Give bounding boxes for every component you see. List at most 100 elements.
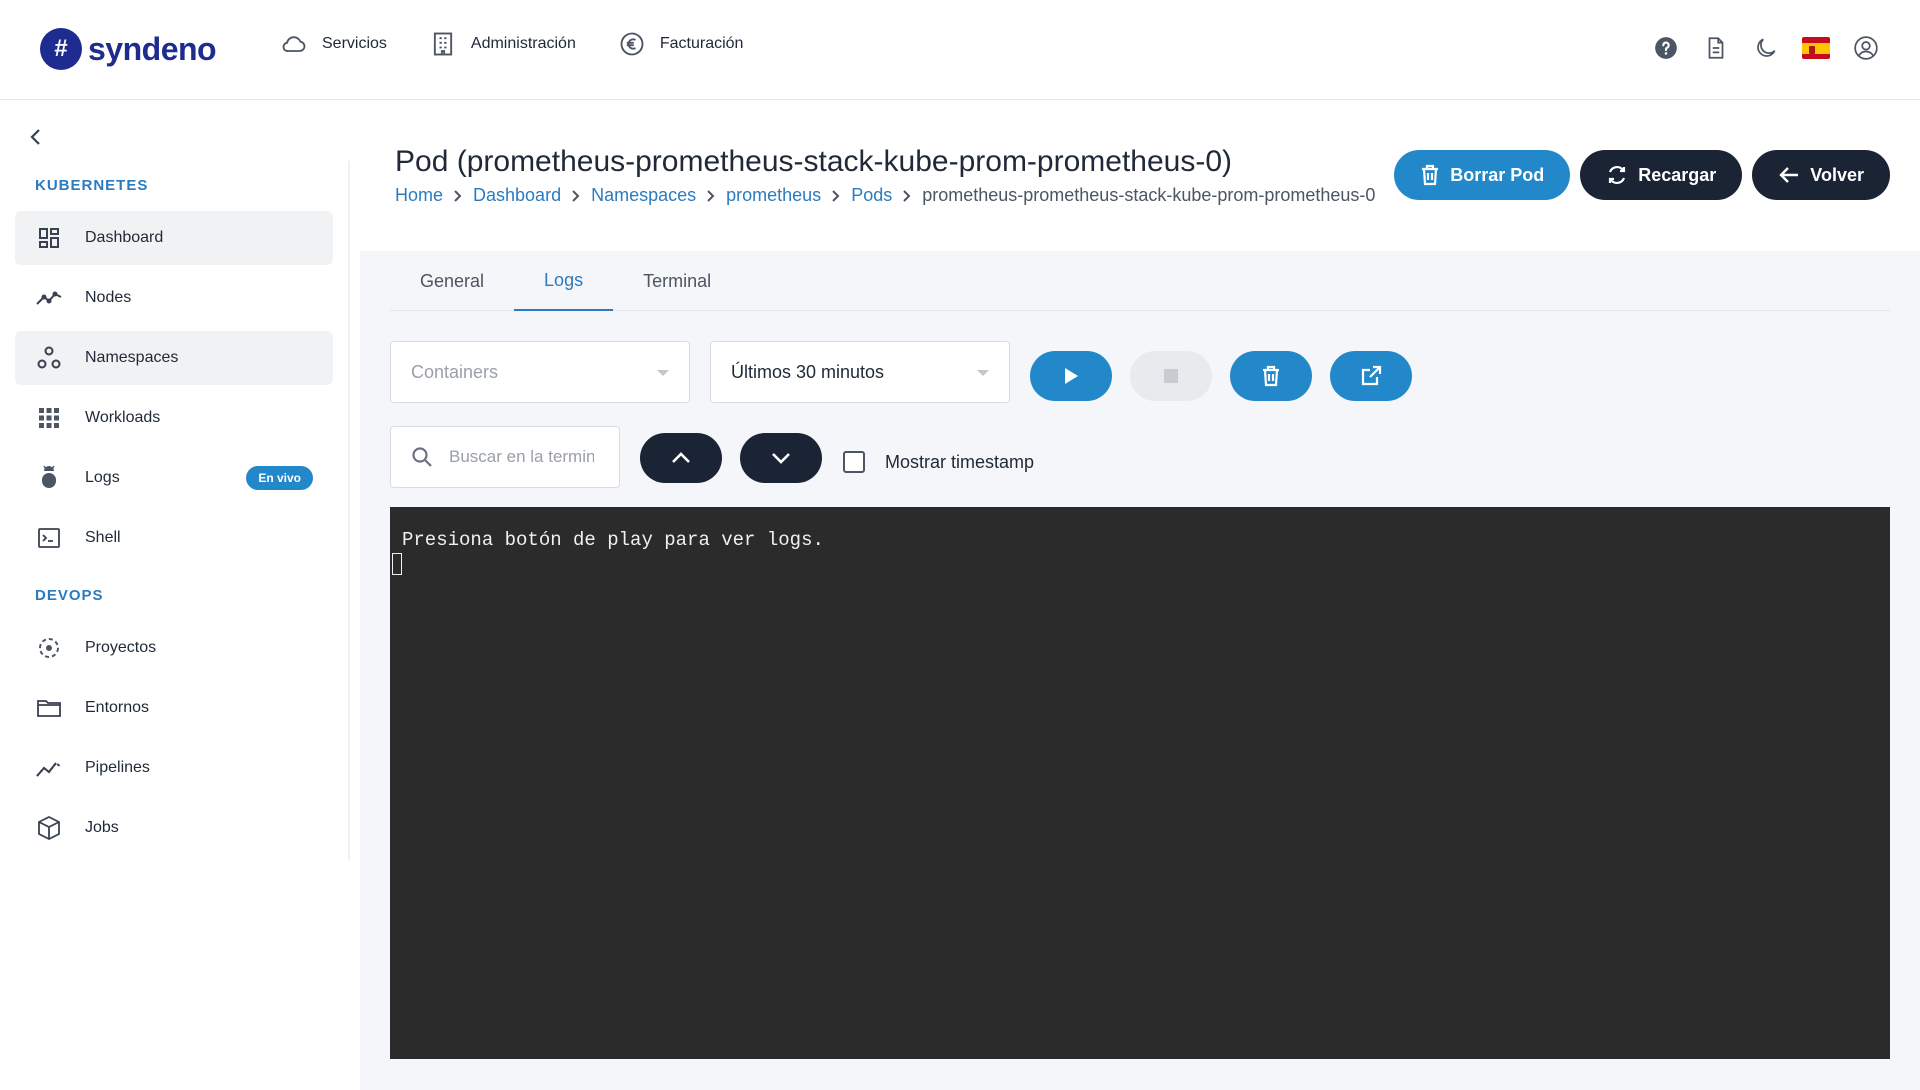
logo-mark: # bbox=[40, 28, 82, 70]
sidebar-item-shell[interactable]: Shell bbox=[15, 511, 333, 565]
reload-button[interactable]: Recargar bbox=[1580, 150, 1743, 200]
chevron-right-icon bbox=[567, 187, 585, 205]
chevron-down-icon bbox=[657, 370, 669, 376]
page-header: Pod (prometheus-prometheus-stack-kube-pr… bbox=[360, 101, 1920, 251]
help-icon[interactable] bbox=[1652, 34, 1680, 62]
search-input[interactable] bbox=[449, 447, 594, 467]
document-icon[interactable] bbox=[1702, 34, 1730, 62]
sidebar-item-label: Shell bbox=[85, 529, 121, 546]
sidebar-item-entornos[interactable]: Entornos bbox=[15, 681, 333, 735]
containers-select[interactable]: Containers bbox=[390, 341, 690, 403]
breadcrumb: Home Dashboard Namespaces prometheus Pod… bbox=[395, 185, 1375, 206]
back-button[interactable]: Volver bbox=[1752, 150, 1890, 200]
projects-icon bbox=[35, 634, 63, 662]
sidebar-collapse-button[interactable] bbox=[26, 125, 46, 149]
live-badge: En vivo bbox=[246, 466, 313, 490]
external-link-icon bbox=[1361, 365, 1382, 386]
header-actions: Borrar Pod Recargar Volver bbox=[1394, 150, 1890, 200]
show-timestamp-toggle[interactable]: Mostrar timestamp bbox=[843, 451, 1034, 473]
sidebar-item-label: Pipelines bbox=[85, 759, 150, 776]
topnav-servicios[interactable]: Servicios bbox=[280, 30, 387, 58]
sidebar: KUBERNETES Dashboard Nodes Namespaces Wo… bbox=[0, 101, 360, 1090]
log-search-field[interactable] bbox=[390, 426, 620, 488]
top-header: # syndeno Servicios Administración Factu… bbox=[0, 0, 1920, 100]
stop-button[interactable] bbox=[1130, 351, 1212, 401]
building-icon bbox=[433, 32, 453, 56]
breadcrumb-namespace[interactable]: prometheus bbox=[726, 185, 821, 206]
sidebar-item-nodes[interactable]: Nodes bbox=[15, 271, 333, 325]
time-range-select[interactable]: Últimos 30 minutos bbox=[710, 341, 1010, 403]
chevron-left-icon bbox=[30, 129, 40, 145]
sidebar-item-label: Proyectos bbox=[85, 639, 157, 656]
trash-icon bbox=[1263, 365, 1279, 387]
sidebar-item-namespaces[interactable]: Namespaces bbox=[15, 331, 333, 385]
reload-label: Recargar bbox=[1638, 164, 1717, 185]
stop-icon bbox=[1164, 369, 1178, 383]
breadcrumb-home[interactable]: Home bbox=[395, 185, 443, 206]
breadcrumb-current: prometheus-prometheus-stack-kube-prom-pr… bbox=[922, 185, 1376, 205]
delete-pod-label: Borrar Pod bbox=[1450, 164, 1545, 185]
tab-general[interactable]: General bbox=[390, 251, 514, 311]
tab-terminal[interactable]: Terminal bbox=[613, 251, 741, 311]
topnav-administracion[interactable]: Administración bbox=[429, 30, 576, 58]
search-icon bbox=[412, 447, 432, 467]
play-button[interactable] bbox=[1030, 351, 1112, 401]
chevron-right-icon bbox=[898, 187, 916, 205]
time-range-value: Últimos 30 minutos bbox=[731, 361, 885, 382]
play-icon bbox=[1065, 368, 1078, 384]
folder-icon bbox=[35, 694, 63, 722]
log-terminal[interactable]: Presiona botón de play para ver logs. bbox=[390, 507, 1890, 1059]
spain-flag-icon[interactable] bbox=[1802, 34, 1830, 62]
open-external-button[interactable] bbox=[1330, 351, 1412, 401]
pipeline-icon bbox=[35, 754, 63, 782]
sidebar-divider bbox=[348, 161, 350, 861]
page-title: Pod (prometheus-prometheus-stack-kube-pr… bbox=[395, 145, 1233, 178]
scroll-down-button[interactable] bbox=[740, 433, 822, 483]
refresh-icon bbox=[1609, 166, 1626, 184]
breadcrumb-namespaces[interactable]: Namespaces bbox=[591, 185, 696, 206]
trash-icon bbox=[1422, 164, 1439, 186]
arrow-left-icon bbox=[1779, 167, 1799, 183]
scroll-up-button[interactable] bbox=[640, 433, 722, 483]
cloud-icon bbox=[282, 36, 306, 52]
sidebar-item-label: Nodes bbox=[85, 289, 132, 306]
brand-name: syndeno bbox=[88, 30, 217, 67]
sidebar-item-pipelines[interactable]: Pipelines bbox=[15, 741, 333, 795]
terminal-message: Presiona botón de play para ver logs. bbox=[402, 529, 824, 551]
timestamp-label: Mostrar timestamp bbox=[885, 451, 1035, 472]
topnav-administracion-label: Administración bbox=[470, 35, 576, 52]
breadcrumb-pods[interactable]: Pods bbox=[851, 185, 892, 206]
terminal-icon bbox=[35, 524, 63, 552]
brand-logo[interactable]: # syndeno bbox=[40, 28, 217, 70]
namespaces-icon bbox=[35, 344, 63, 372]
sidebar-item-label: Logs bbox=[85, 469, 120, 486]
cube-icon bbox=[35, 814, 63, 842]
sidebar-item-workloads[interactable]: Workloads bbox=[15, 391, 333, 445]
sidebar-item-label: Entornos bbox=[85, 699, 150, 716]
sidebar-item-jobs[interactable]: Jobs bbox=[15, 801, 333, 855]
sidebar-item-label: Namespaces bbox=[85, 349, 179, 366]
moon-icon[interactable] bbox=[1752, 34, 1780, 62]
chevron-down-icon bbox=[977, 370, 989, 376]
chevron-right-icon bbox=[827, 187, 845, 205]
sidebar-item-logs[interactable]: Logs En vivo bbox=[15, 451, 333, 505]
topnav-servicios-label: Servicios bbox=[322, 35, 387, 52]
user-icon[interactable] bbox=[1852, 34, 1880, 62]
sidebar-item-proyectos[interactable]: Proyectos bbox=[15, 621, 333, 675]
chevron-right-icon bbox=[449, 187, 467, 205]
main-content: Pod (prometheus-prometheus-stack-kube-pr… bbox=[360, 101, 1920, 1090]
section-title-kubernetes: KUBERNETES bbox=[35, 177, 149, 194]
back-label: Volver bbox=[1810, 164, 1864, 185]
top-navigation: Servicios Administración Facturación bbox=[280, 30, 743, 58]
chevron-right-icon bbox=[702, 187, 720, 205]
sidebar-item-label: Workloads bbox=[85, 409, 161, 426]
topnav-facturacion[interactable]: Facturación bbox=[618, 30, 743, 58]
timestamp-checkbox[interactable] bbox=[843, 451, 865, 473]
clear-logs-button[interactable] bbox=[1230, 351, 1312, 401]
tab-logs[interactable]: Logs bbox=[514, 251, 614, 311]
bug-icon bbox=[35, 464, 63, 492]
breadcrumb-dashboard[interactable]: Dashboard bbox=[473, 185, 561, 206]
delete-pod-button[interactable]: Borrar Pod bbox=[1394, 150, 1571, 200]
sidebar-item-dashboard[interactable]: Dashboard bbox=[15, 211, 333, 265]
grid-icon bbox=[35, 404, 63, 432]
